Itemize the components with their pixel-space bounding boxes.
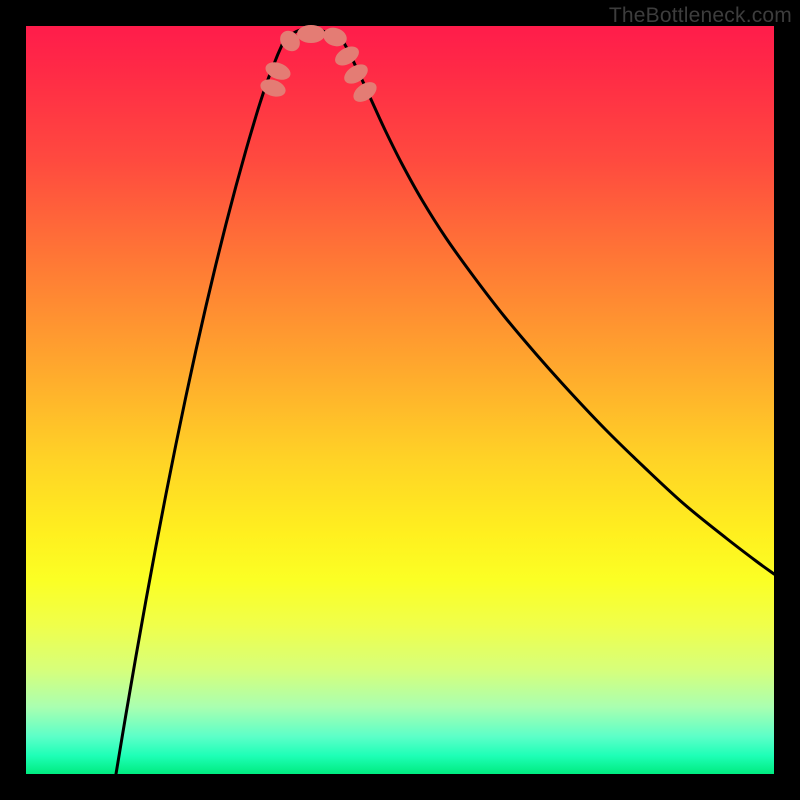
- chart-frame: TheBottleneck.com: [0, 0, 800, 800]
- marker-m4: [297, 25, 325, 43]
- curve-markers: [258, 25, 380, 106]
- plot-area: [26, 26, 774, 774]
- curve-path: [116, 28, 774, 774]
- watermark-text: TheBottleneck.com: [609, 4, 792, 28]
- chart-svg: [26, 26, 774, 774]
- bottleneck-curve: [116, 28, 774, 774]
